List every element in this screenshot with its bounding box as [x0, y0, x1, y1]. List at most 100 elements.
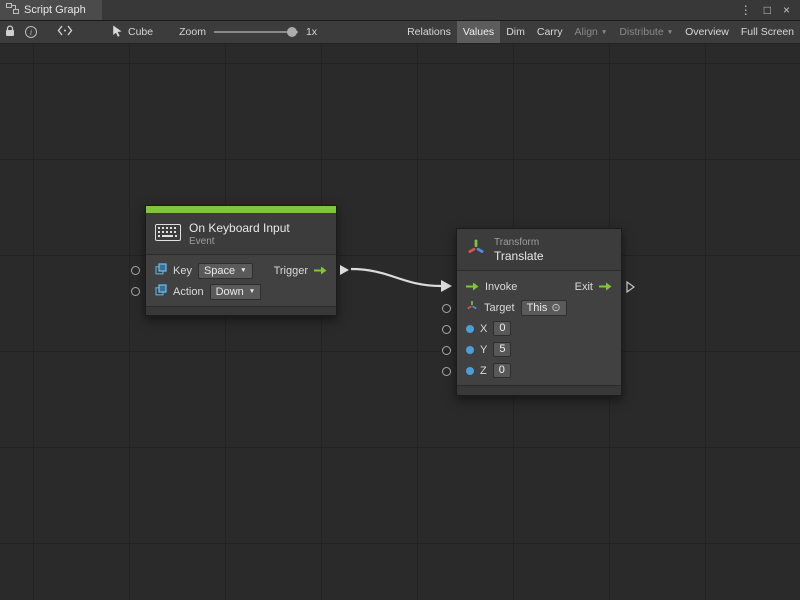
key-dropdown-value: Space — [204, 265, 235, 277]
x-label: X — [480, 323, 487, 335]
edit-code-button[interactable] — [52, 21, 78, 43]
node-header: On Keyboard Input Event — [146, 213, 336, 255]
node-title-block: Transform Translate — [494, 237, 544, 263]
kebab-menu-icon[interactable]: ⋮ — [740, 4, 752, 16]
graph-icon — [6, 3, 19, 17]
graph-canvas[interactable]: On Keyboard Input Event Key Space ▼ Trig… — [0, 44, 800, 600]
action-label: Action — [173, 286, 204, 298]
trigger-flow-arrow-icon — [314, 266, 327, 275]
action-dropdown[interactable]: Down ▼ — [210, 284, 262, 300]
target-label: Target — [484, 302, 515, 314]
target-input-port[interactable] — [442, 304, 451, 313]
z-value-field[interactable]: 0 — [493, 363, 511, 378]
connection-wire[interactable] — [0, 44, 800, 600]
z-label: Z — [480, 365, 487, 377]
chevron-down-icon: ▼ — [240, 268, 246, 275]
relations-label: Relations — [407, 26, 451, 38]
node-title: Translate — [494, 249, 544, 263]
tab-title: Script Graph — [24, 4, 86, 16]
invoke-exit-row: Invoke Exit — [457, 276, 621, 297]
distribute-label: Distribute — [619, 26, 663, 38]
graph-target-button[interactable]: Cube — [104, 21, 161, 43]
port-type-icon — [155, 263, 167, 278]
target-object-button[interactable]: This ⊙ — [521, 300, 567, 316]
lock-button[interactable] — [0, 21, 20, 43]
event-accent-strip — [146, 206, 336, 213]
node-subtitle: Event — [189, 236, 290, 247]
key-input-port[interactable] — [131, 266, 140, 275]
value-port-icon — [466, 367, 474, 375]
target-row: Target This ⊙ — [457, 297, 621, 318]
align-label: Align — [575, 26, 598, 38]
value-port-icon — [466, 325, 474, 333]
key-label: Key — [173, 265, 192, 277]
carry-label: Carry — [537, 26, 563, 38]
overview-label: Overview — [685, 26, 729, 38]
target-object-value: This — [527, 302, 548, 314]
node-title: On Keyboard Input — [189, 221, 290, 235]
y-row: Y 5 — [457, 339, 621, 360]
invoke-flow-arrow-icon — [466, 282, 479, 291]
graph-toolbar: i Cube Zoom 1x Relations Values Dim Carr… — [0, 21, 800, 44]
action-input-port[interactable] — [131, 287, 140, 296]
window-controls: ⋮ □ × — [730, 0, 800, 20]
transform-mini-icon — [466, 300, 478, 315]
node-body: Key Space ▼ Trigger Action Down ▼ — [146, 255, 336, 302]
y-label: Y — [480, 344, 487, 356]
node-title-block: On Keyboard Input Event — [189, 221, 290, 247]
cursor-icon — [112, 25, 123, 40]
node-footer — [457, 385, 621, 395]
tab-script-graph[interactable]: Script Graph — [0, 0, 102, 20]
node-header: Transform Translate — [457, 229, 621, 271]
node-body: Invoke Exit Target This — [457, 271, 621, 381]
action-dropdown-value: Down — [216, 286, 244, 298]
key-row: Key Space ▼ Trigger — [146, 260, 336, 281]
fullscreen-button[interactable]: Full Screen — [735, 21, 800, 43]
code-icon — [57, 25, 73, 39]
lock-icon — [5, 25, 15, 40]
zoom-slider[interactable] — [214, 31, 298, 33]
inspect-button[interactable]: i — [20, 21, 42, 43]
trigger-label: Trigger — [274, 265, 308, 277]
zoom-value: 1x — [306, 26, 317, 38]
chevron-down-icon: ▼ — [667, 30, 673, 37]
value-port-icon — [466, 346, 474, 354]
invoke-label: Invoke — [485, 281, 517, 293]
dim-label: Dim — [506, 26, 525, 38]
carry-button[interactable]: Carry — [531, 21, 569, 43]
node-translate[interactable]: Transform Translate Invoke Exit — [456, 228, 622, 396]
relations-button[interactable]: Relations — [401, 21, 457, 43]
distribute-button[interactable]: Distribute ▼ — [613, 21, 679, 43]
window-titlebar: Script Graph ⋮ □ × — [0, 0, 800, 21]
fullscreen-label: Full Screen — [741, 26, 794, 38]
graph-target-label: Cube — [128, 26, 153, 38]
zoom-slider-knob[interactable] — [287, 27, 297, 37]
exit-output-port[interactable] — [626, 281, 635, 296]
y-value-field[interactable]: 5 — [493, 342, 511, 357]
z-row: Z 0 — [457, 360, 621, 381]
zoom-control: Zoom 1x — [179, 26, 317, 38]
values-button[interactable]: Values — [457, 21, 500, 43]
overview-button[interactable]: Overview — [679, 21, 735, 43]
maximize-icon[interactable]: □ — [764, 4, 771, 16]
x-row: X 0 — [457, 318, 621, 339]
exit-label: Exit — [575, 281, 593, 293]
node-category: Transform — [494, 237, 544, 248]
trigger-output-port[interactable] — [340, 265, 349, 275]
node-on-keyboard-input[interactable]: On Keyboard Input Event Key Space ▼ Trig… — [145, 205, 337, 316]
z-input-port[interactable] — [442, 367, 451, 376]
key-dropdown[interactable]: Space ▼ — [198, 263, 253, 279]
action-row: Action Down ▼ — [146, 281, 336, 302]
dim-button[interactable]: Dim — [500, 21, 531, 43]
x-input-port[interactable] — [442, 325, 451, 334]
y-input-port[interactable] — [442, 346, 451, 355]
values-label: Values — [463, 26, 494, 38]
chevron-down-icon: ▼ — [249, 289, 255, 296]
close-icon[interactable]: × — [783, 4, 790, 16]
object-picker-icon: ⊙ — [551, 301, 560, 314]
toolbar-buttons: Relations Values Dim Carry Align ▼ Distr… — [401, 21, 800, 43]
align-button[interactable]: Align ▼ — [569, 21, 614, 43]
exit-flow-arrow-icon — [599, 282, 612, 291]
x-value-field[interactable]: 0 — [493, 321, 511, 336]
chevron-down-icon: ▼ — [601, 30, 607, 37]
